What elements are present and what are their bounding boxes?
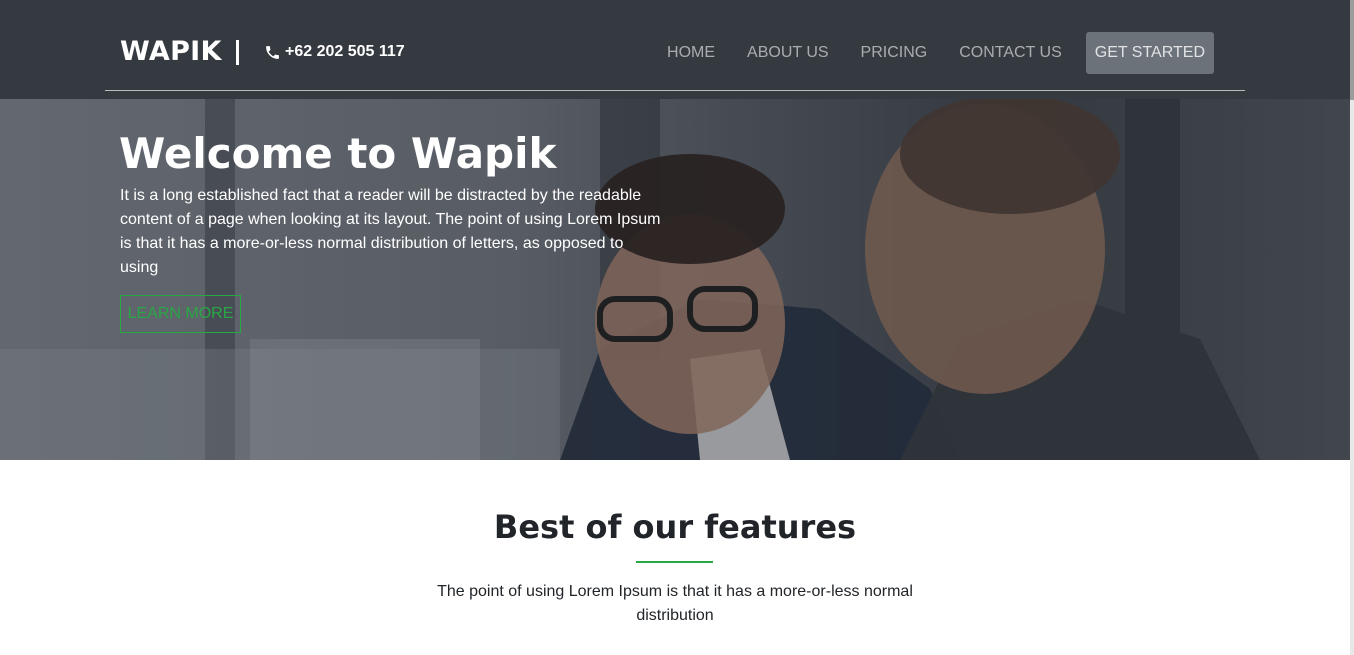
nav-item-about-us[interactable]: ABOUT US [747, 32, 829, 74]
phone-icon [266, 45, 279, 59]
features-title: Best of our features [493, 508, 857, 546]
nav-item-pricing[interactable]: PRICING [861, 32, 928, 74]
get-started-button[interactable]: GET STARTED [1085, 32, 1214, 74]
brand-divider [236, 40, 239, 65]
learn-more-button[interactable]: LEARN MORE [120, 295, 241, 333]
hero-description: It is a long established fact that a rea… [120, 187, 661, 276]
nav-item-contact-us[interactable]: CONTACT US [959, 32, 1062, 74]
features-underline [636, 561, 713, 563]
brand-logo[interactable]: WAPIK [120, 36, 222, 67]
page-scrollbar[interactable] [1350, 0, 1354, 655]
site-header: WAPIK +62 202 505 117 HOME ABOUT US PRIC… [0, 0, 1354, 99]
hero-title: Welcome to Wapik [119, 129, 557, 178]
phone-number: +62 202 505 117 [285, 43, 405, 60]
header-container: WAPIK +62 202 505 117 HOME ABOUT US PRIC… [105, 0, 1245, 91]
main-nav: HOME ABOUT US PRICING CONTACT US GET STA… [635, 32, 1214, 74]
hero-section: Welcome to Wapik It is a long establishe… [0, 99, 1350, 460]
features-description: The point of using Lorem Ipsum is that i… [437, 583, 913, 624]
nav-item-home[interactable]: HOME [667, 32, 715, 74]
phone-contact: +62 202 505 117 [264, 43, 405, 61]
scrollbar-thumb[interactable] [1350, 0, 1354, 100]
